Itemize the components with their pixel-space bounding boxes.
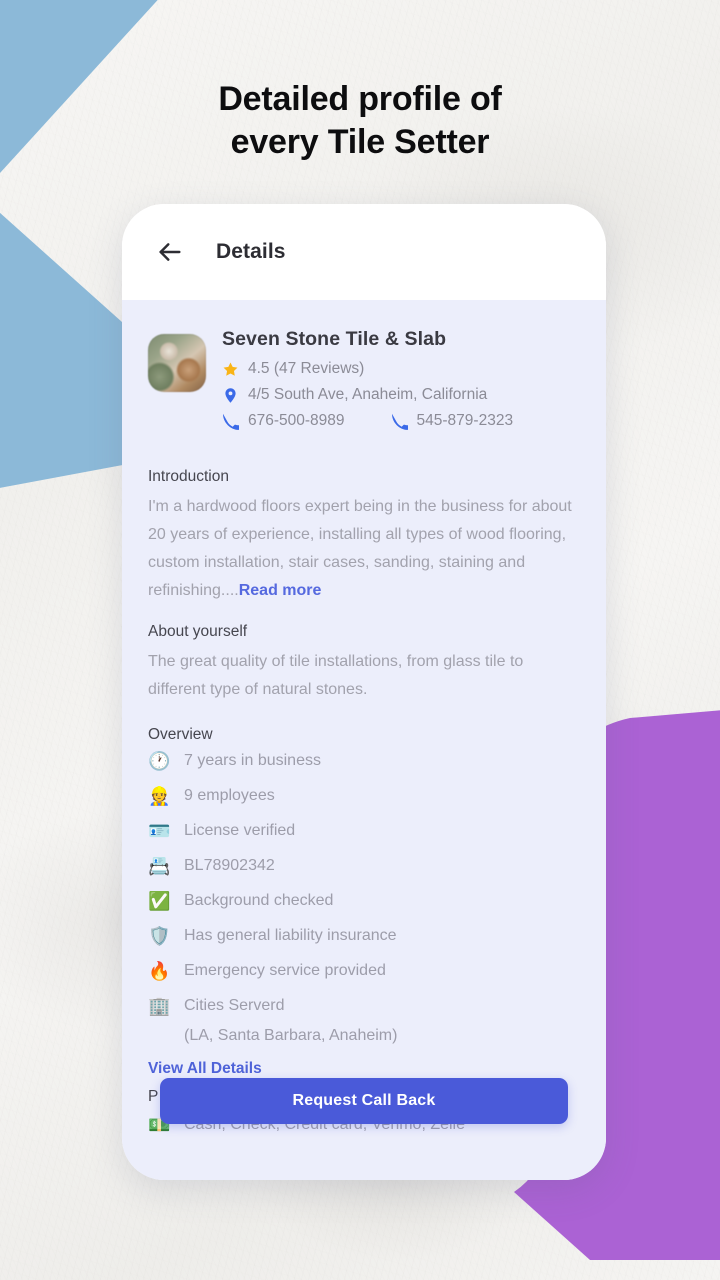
star-icon (223, 362, 238, 376)
phone-icon (222, 413, 239, 430)
overview-item-background: ✅ Background checked (148, 890, 580, 912)
headline-line-1: Detailed profile of (218, 80, 502, 118)
introduction-title: Introduction (148, 468, 229, 485)
introduction-text: I'm a hardwood floors expert being in th… (148, 498, 572, 599)
overview-title: Overview (148, 726, 213, 743)
app-bar-title: Details (216, 240, 286, 263)
worker-icon: 👷 (148, 786, 171, 806)
request-call-back-button[interactable]: Request Call Back (160, 1078, 568, 1124)
page-title: Detailed profile of every Tile Setter (0, 78, 720, 164)
overview-cities-list: (LA, Santa Barbara, Anaheim) (184, 1027, 398, 1044)
overview-item-emergency: 🔥 Emergency service provided (148, 960, 580, 982)
app-bar: Details (122, 204, 606, 300)
phone-mockup: Details Seven Stone Tile & Slab 4.5 (47 … (122, 204, 606, 1180)
phone-secondary-group[interactable]: 545-879-2323 (391, 412, 514, 430)
overview-item-insurance: 🛡️ Has general liability insurance (148, 925, 580, 947)
check-mark-icon: ✅ (148, 891, 171, 911)
avatar (148, 334, 206, 392)
location-pin-icon (225, 387, 236, 403)
overview-item-employees: 👷 9 employees (148, 785, 580, 807)
overview-label: 9 employees (184, 787, 275, 804)
phone-row: 676-500-8989 545-879-2323 (222, 412, 513, 430)
office-building-icon: 🏢 (148, 996, 171, 1016)
arrow-left-icon[interactable] (156, 238, 184, 266)
introduction-section: Introduction I'm a hardwood floors exper… (148, 468, 580, 605)
clock-icon: 🕐 (148, 751, 171, 771)
about-section: About yourself The great quality of tile… (148, 623, 580, 704)
overview-label: Has general liability insurance (184, 927, 397, 944)
business-name: Seven Stone Tile & Slab (222, 328, 447, 350)
phone-primary-text: 676-500-8989 (248, 412, 345, 429)
overview-section: Overview 🕐 7 years in business 👷 9 emplo… (148, 726, 580, 1078)
about-title: About yourself (148, 623, 248, 640)
address-text: 4/5 South Ave, Anaheim, California (248, 386, 488, 403)
introduction-body: I'm a hardwood floors expert being in th… (148, 493, 580, 605)
phone-primary-group[interactable]: 676-500-8989 (222, 412, 345, 430)
business-header: Seven Stone Tile & Slab 4.5 (47 Reviews)… (148, 328, 580, 438)
fire-icon: 🔥 (148, 961, 171, 981)
phone-secondary-text: 545-879-2323 (416, 412, 514, 429)
overview-label: License verified (184, 822, 296, 839)
id-card-icon: 🪪 (148, 821, 171, 841)
overview-label: 7 years in business (184, 752, 321, 769)
read-more-link[interactable]: Read more (239, 582, 322, 599)
overview-item-cities: 🏢 Cities Serverd (148, 995, 580, 1017)
overview-label: BL78902342 (184, 857, 275, 874)
address-row: 4/5 South Ave, Anaheim, California (222, 386, 513, 404)
overview-label: Cities Serverd (184, 997, 285, 1014)
overview-label: Emergency service provided (184, 962, 386, 979)
details-content: Seven Stone Tile & Slab 4.5 (47 Reviews)… (122, 300, 606, 1180)
overview-item-license: 🪪 License verified (148, 820, 580, 842)
overview-item-years: 🕐 7 years in business (148, 750, 580, 772)
headline-line-2: every Tile Setter (230, 123, 490, 161)
card-index-icon: 📇 (148, 856, 171, 876)
overview-item-license-number: 📇 BL78902342 (148, 855, 580, 877)
rating-row: 4.5 (47 Reviews) (222, 360, 513, 378)
rating-text: 4.5 (47 Reviews) (248, 360, 365, 377)
overview-label: Background checked (184, 892, 334, 909)
about-body: The great quality of tile installations,… (148, 653, 524, 698)
business-info: Seven Stone Tile & Slab 4.5 (47 Reviews)… (222, 328, 513, 438)
shield-icon: 🛡️ (148, 926, 171, 946)
view-all-details-link[interactable]: View All Details (148, 1060, 580, 1078)
phone-icon (391, 413, 408, 430)
